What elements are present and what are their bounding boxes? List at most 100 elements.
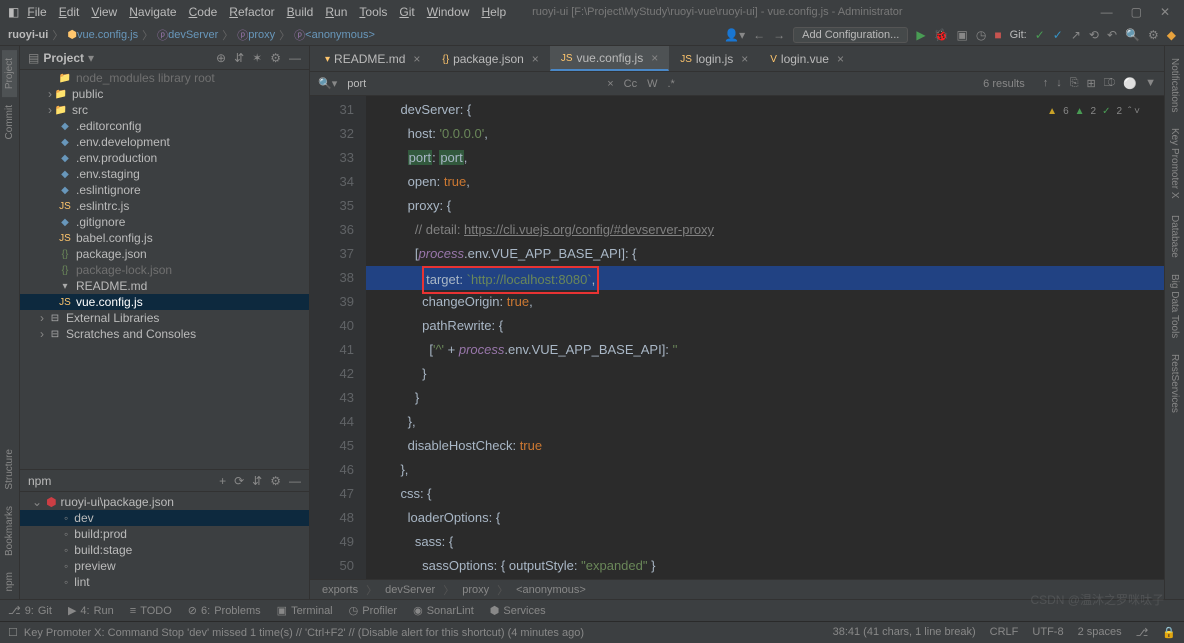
tab-login.vue[interactable]: Vlogin.vue× [759, 47, 855, 71]
npm-refresh-icon[interactable]: ⟳ [234, 474, 244, 488]
tool-services[interactable]: ⬢ Services [490, 604, 546, 617]
tree-item[interactable]: 📁node_modules library root [20, 70, 309, 86]
status-indent[interactable]: 2 spaces [1078, 626, 1122, 639]
tab-structure[interactable]: Structure [2, 441, 17, 498]
tree-item[interactable]: ▾README.md [20, 278, 309, 294]
breadcrumb-root[interactable]: ruoyi-ui [8, 29, 48, 41]
tool-git[interactable]: ⎇ 9:Git [8, 604, 52, 617]
debug-icon[interactable]: 🐞 [934, 28, 949, 42]
settings-icon[interactable]: ⚙ [270, 51, 281, 65]
hide-icon[interactable]: — [289, 51, 301, 65]
menu-file[interactable]: File [25, 5, 52, 19]
close-tab-icon[interactable]: × [651, 51, 658, 65]
tree-item[interactable]: JSvue.config.js [20, 294, 309, 310]
npm-script-dev[interactable]: ◦dev [20, 510, 309, 526]
menu-navigate[interactable]: Navigate [123, 5, 182, 19]
search-next-icon[interactable]: ↓ [1056, 77, 1062, 90]
search-input[interactable]: port [347, 78, 597, 90]
tab-README.md[interactable]: ▾README.md× [314, 47, 431, 71]
tab-project[interactable]: Project [2, 50, 17, 97]
profile-icon[interactable]: ◷ [976, 28, 986, 42]
npm-script-build:stage[interactable]: ◦build:stage [20, 542, 309, 558]
tree-item[interactable]: ◆.env.development [20, 134, 309, 150]
tool-sonarlint[interactable]: ◉ SonarLint [413, 604, 474, 617]
chevron-icon[interactable]: ˆ ˅ [1128, 100, 1140, 124]
search-icon[interactable]: 🔍 [1125, 28, 1140, 42]
tab-commit[interactable]: Commit [2, 97, 17, 147]
tree-item[interactable]: {}package-lock.json [20, 262, 309, 278]
user-icon[interactable]: 👤▾ [724, 28, 745, 42]
tree-item[interactable]: JS.eslintrc.js [20, 198, 309, 214]
status-icon[interactable]: ☐ [8, 626, 18, 639]
back-icon[interactable]: ← [753, 28, 765, 42]
search-prev-icon[interactable]: ↑ [1043, 77, 1049, 90]
npm-expand-icon[interactable]: ⇵ [252, 474, 262, 488]
tree-item[interactable]: ›📁public [20, 86, 309, 102]
git-rollback-icon[interactable]: ↶ [1107, 28, 1117, 42]
npm-script-lint[interactable]: ◦lint [20, 574, 309, 590]
tab-database[interactable]: Database [1167, 207, 1182, 266]
close-icon[interactable]: ✕ [1160, 5, 1170, 19]
tree-item[interactable]: ◆.editorconfig [20, 118, 309, 134]
project-dropdown-icon[interactable]: ▤ [28, 51, 39, 65]
tree-item[interactable]: {}package.json [20, 246, 309, 262]
tree-item[interactable]: ◆.eslintignore [20, 182, 309, 198]
menu-view[interactable]: View [85, 5, 123, 19]
maximize-icon[interactable]: ▢ [1131, 5, 1142, 19]
tool-run[interactable]: ▶ 4:Run [68, 604, 114, 617]
search-word[interactable]: W [647, 78, 657, 90]
tool-terminal[interactable]: ▣ Terminal [277, 604, 333, 617]
menu-refactor[interactable]: Refactor [223, 5, 280, 19]
close-tab-icon[interactable]: × [837, 52, 844, 66]
breadcrumb-file[interactable]: vue.config.js [77, 29, 138, 41]
npm-settings-icon[interactable]: ⚙ [270, 474, 281, 488]
forward-icon[interactable]: → [773, 28, 785, 42]
tree-scratches[interactable]: ›⊟Scratches and Consoles [20, 326, 309, 342]
npm-tree[interactable]: ⌄⬢ruoyi-ui\package.json◦dev◦build:prod◦b… [20, 492, 309, 599]
tree-item[interactable]: JSbabel.config.js [20, 230, 309, 246]
tab-notifications[interactable]: Notifications [1167, 50, 1182, 120]
search-newtab-icon[interactable]: ⊞ [1087, 77, 1096, 90]
close-tab-icon[interactable]: × [741, 52, 748, 66]
bc-item[interactable]: devServer [385, 584, 435, 596]
menu-run[interactable]: Run [319, 5, 353, 19]
npm-script-build:prod[interactable]: ◦build:prod [20, 526, 309, 542]
select-opened-icon[interactable]: ⊕ [216, 51, 226, 65]
tab-package.json[interactable]: {}package.json× [431, 47, 549, 71]
tree-item[interactable]: ›📁src [20, 102, 309, 118]
run-config-select[interactable]: Add Configuration... [793, 27, 908, 43]
search-all-icon[interactable]: ⎘ [1070, 77, 1079, 90]
ide-icon[interactable]: ◆ [1167, 28, 1176, 42]
code-editor[interactable]: 3132333435363738394041424344454647484950… [310, 96, 1164, 579]
inspection-widget[interactable]: ▲6 ▲2 ✓2 ˆ ˅ [1047, 100, 1140, 124]
npm-root[interactable]: ⌄⬢ruoyi-ui\package.json [20, 494, 309, 510]
search-case[interactable]: Cc [624, 78, 637, 90]
menu-edit[interactable]: Edit [53, 5, 86, 19]
tree-item[interactable]: ◆.gitignore [20, 214, 309, 230]
chevron-down-icon[interactable]: ▾ [88, 51, 94, 65]
stop-icon[interactable]: ■ [994, 28, 1001, 42]
npm-hide-icon[interactable]: — [289, 474, 301, 488]
tab-restservices[interactable]: RestServices [1167, 346, 1182, 421]
status-encoding[interactable]: UTF-8 [1032, 626, 1063, 639]
menu-git[interactable]: Git [393, 5, 420, 19]
git-commit-icon[interactable]: ✓ [1053, 28, 1063, 42]
status-position[interactable]: 38:41 (41 chars, 1 line break) [833, 626, 976, 639]
settings-icon[interactable]: ⚙ [1148, 28, 1159, 42]
search-select-icon[interactable]: ⎄ [1104, 77, 1116, 90]
bc-item[interactable]: exports [322, 584, 358, 596]
tab-login.js[interactable]: JSlogin.js× [669, 47, 759, 71]
coverage-icon[interactable]: ▣ [957, 28, 968, 42]
status-lock-icon[interactable]: 🔒 [1162, 626, 1176, 639]
git-push-icon[interactable]: ↗ [1071, 28, 1081, 42]
breadcrumb-path2[interactable]: proxy [248, 29, 275, 41]
bc-item[interactable]: proxy [462, 584, 489, 596]
menu-code[interactable]: Code [183, 5, 224, 19]
breadcrumb-path1[interactable]: devServer [168, 29, 218, 41]
menu-tools[interactable]: Tools [353, 5, 393, 19]
tab-bookmarks[interactable]: Bookmarks [2, 498, 17, 564]
npm-add-icon[interactable]: + [219, 474, 226, 488]
close-tab-icon[interactable]: × [413, 52, 420, 66]
tree-item[interactable]: ◆.env.production [20, 150, 309, 166]
tree-item[interactable]: ◆.env.staging [20, 166, 309, 182]
